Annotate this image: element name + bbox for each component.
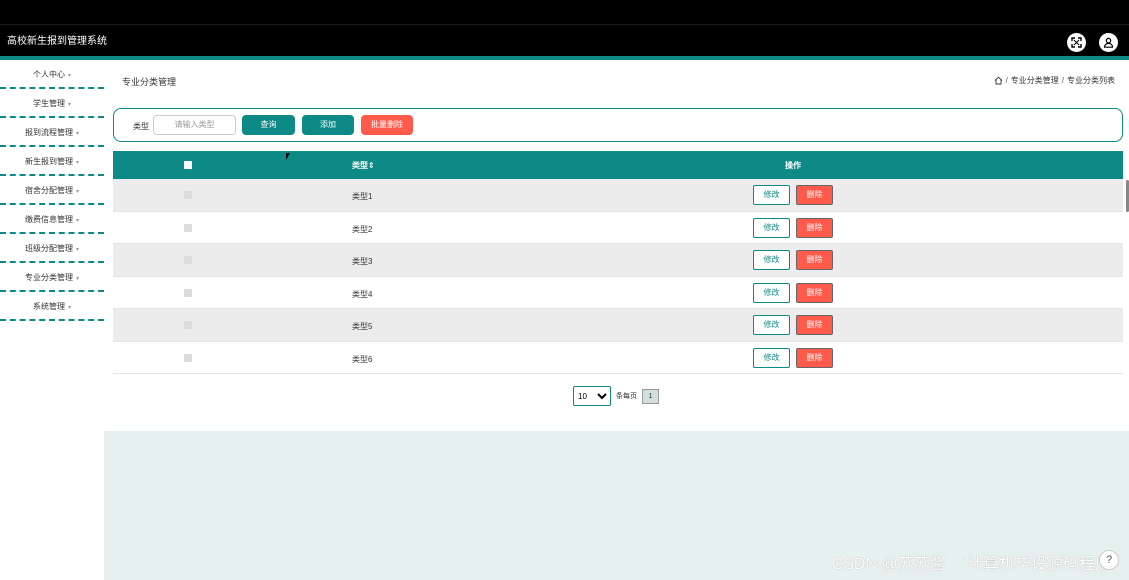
app-title: 高校新生报到管理系统: [7, 36, 107, 47]
edit-button[interactable]: 修改: [753, 250, 790, 270]
delete-button[interactable]: 删除: [796, 315, 833, 335]
sidebar-item-label: 学生管理: [32, 99, 65, 108]
sidebar-item-system[interactable]: 系统管理 ▾: [0, 292, 104, 321]
chevron-down-icon: ▾: [75, 160, 79, 166]
edit-button[interactable]: 修改: [753, 282, 790, 303]
app-header: 高校新生报到管理系统: [0, 24, 1129, 56]
sidebar-item-label: 新生报到管理: [24, 157, 73, 166]
sidebar-item-students[interactable]: 学生管理 ▾: [0, 89, 104, 118]
sidebar: 个人中心 ▾ 学生管理 ▾ 报到流程管理 ▾ 新生报到管理 ▾ 宿舍分配管理 ▾ 缴费信息…: [0, 60, 104, 580]
sidebar-item-label: 宿舍分配管理: [24, 186, 73, 195]
chevron-down-icon: ▾: [75, 189, 79, 195]
sidebar-item-personal-center[interactable]: 个人中心 ▾: [0, 60, 104, 89]
row-checkbox[interactable]: [184, 256, 192, 264]
chevron-down-icon: ▾: [67, 102, 71, 108]
sidebar-item-label: 班级分配管理: [24, 244, 73, 253]
chevron-down-icon: ▾: [67, 73, 71, 79]
chevron-down-icon: ▾: [75, 276, 79, 282]
watermark-text: CSDN @苏苏酱 `计算机毕设源码程序: [831, 556, 1111, 573]
type-cell: 类型5: [352, 322, 373, 331]
edit-button[interactable]: 修改: [753, 185, 790, 205]
row-checkbox[interactable]: [184, 288, 192, 297]
type-cell: 类型1: [352, 192, 373, 201]
window-top-bar: [0, 0, 1129, 24]
breadcrumb: / 专业分类管理 / 专业分类列表: [994, 75, 1115, 86]
help-button[interactable]: ?: [1099, 550, 1119, 570]
sidebar-item-label: 个人中心: [32, 70, 65, 79]
sidebar-item-payment-info[interactable]: 缴费信息管理 ▾: [0, 205, 104, 234]
edit-button[interactable]: 修改: [753, 217, 790, 238]
sidebar-item-registration-process[interactable]: 报到流程管理 ▾: [0, 118, 104, 147]
column-header-type[interactable]: 类型⇕: [352, 160, 375, 171]
type-filter-label: 类型: [133, 122, 149, 131]
sidebar-item-label: 专业分类管理: [24, 273, 73, 282]
delete-button[interactable]: 删除: [796, 282, 833, 303]
page-size-select[interactable]: 10: [573, 386, 611, 406]
type-cell: 类型6: [352, 354, 373, 364]
fullscreen-button[interactable]: [1067, 33, 1086, 52]
chevron-down-icon: ▾: [67, 305, 71, 311]
row-checkbox[interactable]: [184, 223, 192, 232]
query-button[interactable]: 查询: [242, 115, 295, 135]
table-row: 类型5 修改 删除: [113, 309, 1123, 342]
table-row: 类型2 修改 删除: [113, 211, 1123, 244]
delete-button[interactable]: 删除: [796, 217, 833, 238]
delete-button[interactable]: 删除: [796, 185, 833, 205]
type-search-input[interactable]: 请输入类型: [153, 115, 236, 135]
column-header-actions: 操作: [785, 161, 801, 170]
search-panel: 类型 请输入类型 查询 添加 批量删除: [113, 108, 1123, 142]
select-all-checkbox[interactable]: [184, 161, 192, 169]
delete-button[interactable]: 删除: [796, 347, 833, 368]
delete-button[interactable]: 删除: [796, 250, 833, 270]
add-button[interactable]: 添加: [302, 115, 354, 135]
breadcrumb-separator: /: [1005, 76, 1008, 85]
chevron-down-icon: ▾: [75, 218, 79, 224]
edit-button[interactable]: 修改: [753, 315, 790, 335]
breadcrumb-level1[interactable]: 专业分类管理: [1011, 75, 1059, 86]
chevron-down-icon: ▾: [75, 131, 79, 137]
sidebar-item-label: 报到流程管理: [24, 128, 73, 137]
sidebar-item-label: 缴费信息管理: [24, 215, 73, 224]
user-button[interactable]: [1099, 33, 1118, 52]
type-cell: 类型3: [352, 257, 373, 266]
expand-icon: [1071, 37, 1082, 48]
home-icon[interactable]: [994, 76, 1003, 85]
page-number-button[interactable]: 1: [642, 388, 659, 404]
sidebar-item-label: 系统管理: [32, 302, 65, 311]
table-row: 类型3 修改 删除: [113, 244, 1123, 277]
table-row: 类型4 修改 删除: [113, 276, 1123, 309]
chevron-down-icon: ▾: [75, 247, 79, 253]
sidebar-item-class-allocation[interactable]: 班级分配管理 ▾: [0, 234, 104, 263]
breadcrumb-level2: 专业分类列表: [1067, 76, 1115, 85]
mouse-cursor-icon: [286, 153, 290, 160]
table-header: 类型⇕ 操作: [113, 151, 1123, 179]
type-cell: 类型4: [352, 289, 373, 299]
breadcrumb-separator: /: [1061, 76, 1064, 85]
app-root: 高校新生报到管理系统 个人中心 ▾ 学生管理 ▾ 报到流程管理 ▾ 新生报到管理 ▾ 宿…: [0, 0, 1129, 580]
row-checkbox[interactable]: [184, 321, 192, 329]
sidebar-item-freshman-registration[interactable]: 新生报到管理 ▾: [0, 147, 104, 176]
page-title: 专业分类管理: [122, 77, 177, 87]
table-row: 类型6 修改 删除: [113, 341, 1123, 374]
row-checkbox[interactable]: [184, 353, 192, 362]
category-table: 类型⇕ 操作 类型1 修改 删除 类型2 修改 删除 类型3 修改 删除 类型4…: [113, 151, 1123, 374]
pagination: 10 条每页 1: [573, 386, 659, 406]
edit-button[interactable]: 修改: [753, 347, 790, 368]
main-content: 专业分类管理 / 专业分类管理 / 专业分类列表 类型 请输入类型 查询 添加 …: [104, 60, 1129, 580]
row-checkbox[interactable]: [184, 191, 192, 199]
user-icon: [1103, 37, 1114, 48]
per-page-label: 条每页: [616, 393, 637, 400]
type-cell: 类型2: [352, 224, 373, 234]
content-footer-area: CSDN @苏苏酱 `计算机毕设源码程序 ?: [104, 431, 1129, 580]
batch-delete-button[interactable]: 批量删除: [361, 115, 413, 135]
table-row: 类型1 修改 删除: [113, 179, 1123, 212]
sidebar-item-dorm-allocation[interactable]: 宿舍分配管理 ▾: [0, 176, 104, 205]
sidebar-item-major-category[interactable]: 专业分类管理 ▾: [0, 263, 104, 292]
